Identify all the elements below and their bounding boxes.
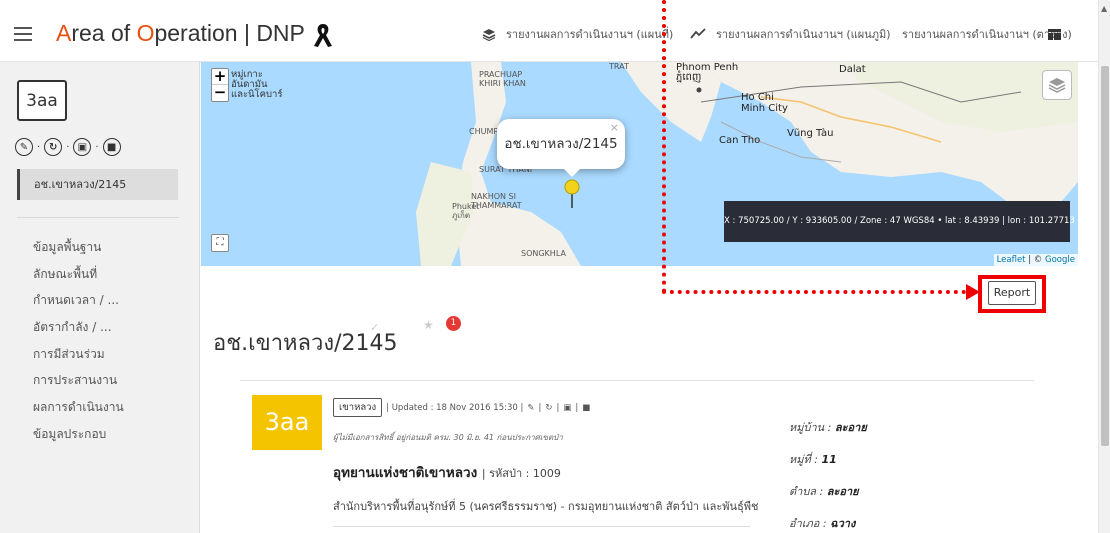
app-title[interactable]: Area of Operation | DNP [56, 20, 305, 47]
edit-icon[interactable]: ✎ [15, 138, 33, 156]
status-note: ผู้ไม่มีเอกสารสิทธิ์ อยู่ก่อนมติ ครม. 30… [333, 433, 563, 442]
park-code: | รหัสป่า : 1009 [481, 467, 561, 480]
sidebar-menu: ข้อมูลพื้นฐาน ลักษณะพื้นที่ กำหนดเวลา / … [33, 234, 124, 448]
refresh-icon[interactable]: ↻ [44, 138, 63, 156]
google-link[interactable]: Google [1045, 255, 1075, 265]
address-subdistrict: ตำบล : ละอาย [789, 485, 859, 498]
sidebar-item-results[interactable]: ผลการดำเนินงาน [33, 394, 124, 421]
action-icons: ✎ · ↻ · ▣ · ■ [15, 138, 121, 156]
layers-button[interactable] [1042, 70, 1072, 100]
map-label-cantho: Can Tho [719, 135, 761, 146]
map-label-dalat: Dalat [839, 64, 866, 75]
sidebar-item-manpower[interactable]: อัตรากำลัง / ... [33, 314, 124, 341]
meta-line: เขาหลวง | Updated : 18 Nov 2016 15:30 | … [333, 398, 590, 417]
scroll-up-icon[interactable]: ▲ [1101, 4, 1107, 13]
delete-icon[interactable]: ■ [582, 403, 590, 413]
map-label-phnom-penh: Phnom Penh ភ្នំពេញ [676, 62, 739, 83]
sidebar-active-item[interactable]: อช.เขาหลวง/2145 [17, 169, 178, 200]
map-marker-pin[interactable] [564, 179, 580, 209]
park-name: อุทยานแห่งชาติเขาหลวง | รหัสป่า : 1009 [333, 465, 561, 481]
card-divider [333, 526, 750, 527]
notification-badge[interactable]: 1 [446, 316, 461, 331]
layers-icon [482, 28, 496, 41]
delete-icon[interactable]: ■ [102, 138, 121, 156]
map-attribution: Leaflet | © Google [993, 254, 1078, 266]
grid-icon[interactable] [1048, 29, 1061, 40]
sidebar-item-schedule[interactable]: กำหนดเวลา / ... [33, 287, 124, 314]
area-code-box: 3aa [252, 395, 322, 450]
map-popup: อช.เขาหลวง/2145 × [497, 119, 625, 169]
sidebar-item-coordination[interactable]: การประสานงาน [33, 367, 124, 394]
map-view[interactable]: หมู่เกาะ อันดามัน และนิโคบาร์ PRACHUAP K… [201, 62, 1078, 266]
sidebar-item-area-characteristics[interactable]: ลักษณะพื้นที่ [33, 261, 124, 288]
place-tag[interactable]: เขาหลวง [333, 398, 383, 417]
mourning-ribbon-icon [314, 24, 332, 47]
gallery-icon[interactable]: ▣ [563, 403, 571, 413]
refresh-icon[interactable]: ↻ [545, 403, 552, 413]
annotation-dotted-line-horizontal [662, 290, 974, 294]
sidebar-item-basic-info[interactable]: ข้อมูลพื้นฐาน [33, 234, 124, 261]
nav-report-chart[interactable]: รายงานผลการดำเนินงานฯ (แผนภูมิ) [690, 25, 891, 43]
content-divider [240, 380, 1034, 381]
map-label-songkhla: SONGKHLA [521, 249, 566, 258]
layers-icon [1048, 78, 1066, 93]
office-line: สำนักบริหารพื้นที่อนุรักษ์ที่ 5 (นครศรีธ… [333, 500, 759, 513]
report-button[interactable]: Report [988, 281, 1036, 305]
map-label-andaman: หมู่เกาะ อันดามัน และนิโคบาร์ [231, 69, 283, 100]
nav-report-map[interactable]: รายงานผลการดำเนินงานฯ (แผนที่) [482, 25, 673, 43]
annotation-dotted-line-vertical [662, 0, 666, 293]
map-popup-label: อช.เขาหลวง/2145 [504, 136, 618, 152]
line-chart-icon [690, 28, 706, 39]
address-moo: หมู่ที่ : 11 [789, 453, 837, 466]
top-bar: Area of Operation | DNP รายงานผลการดำเนิ… [0, 0, 1098, 62]
address-district: อำเภอ : ฉวาง [789, 517, 856, 530]
scrollbar-thumb[interactable] [1101, 66, 1109, 446]
gallery-icon[interactable]: ▣ [73, 138, 92, 156]
zoom-out-button[interactable]: − [212, 85, 228, 101]
star-icon[interactable]: ★ [423, 318, 434, 332]
leaflet-link[interactable]: Leaflet [997, 255, 1026, 265]
page-scrollbar[interactable]: ▲ [1098, 0, 1110, 533]
sidebar-item-participation[interactable]: การมีส่วนร่วม [33, 341, 124, 368]
zoom-control: + − [211, 68, 229, 102]
sidebar-divider [17, 217, 179, 218]
map-label-vungtau: Vũng Tàu [787, 128, 834, 139]
hamburger-menu-icon[interactable] [14, 27, 32, 41]
map-label-prachuap: PRACHUAP KHIRI KHAN [479, 70, 526, 88]
popup-close-icon[interactable]: × [610, 122, 619, 133]
edit-icon[interactable]: ✎ [527, 403, 534, 413]
map-label-phuket: Phuket ภูเก็ต [452, 202, 480, 220]
area-code-avatar: 3aa [17, 80, 67, 121]
coordinates-readout: X : 750725.00 / Y : 933605.00 / Zone : 4… [724, 201, 1075, 242]
sidebar: 3aa ✎ · ↻ · ▣ · ■ อช.เขาหลวง/2145 ข้อมูลพื้… [0, 62, 200, 533]
address-village: หมู่บ้าน : ละอาย [789, 421, 867, 434]
map-label-trat: TRAT [609, 62, 629, 71]
check-icon[interactable]: ✓ [370, 321, 379, 334]
nav-report-table[interactable]: รายงานผลการดำเนินงานฯ (ตาราง) [902, 25, 1072, 43]
sidebar-item-supporting-info[interactable]: ข้อมูลประกอบ [33, 421, 124, 448]
fullscreen-icon[interactable]: ⛶ [211, 234, 229, 252]
map-label-hochiminh: Ho Chi Minh City [741, 92, 788, 114]
updated-text: | Updated : 18 Nov 2016 15:30 | [386, 402, 524, 413]
